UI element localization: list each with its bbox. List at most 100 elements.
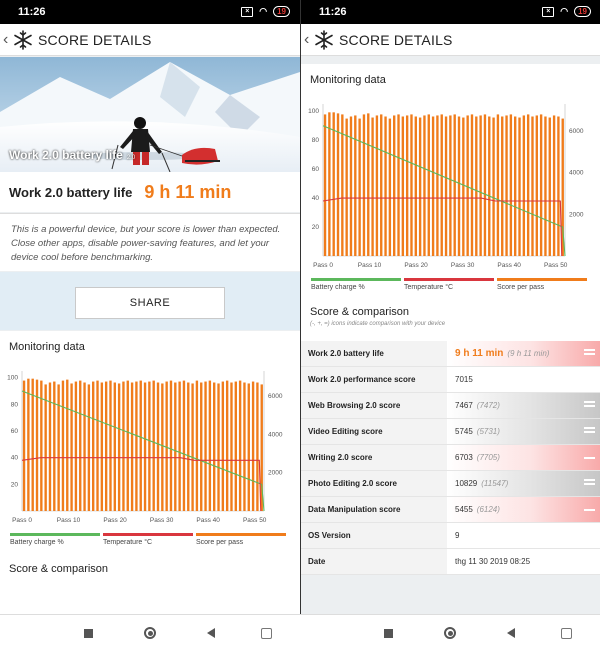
legend-label: Score per pass (196, 539, 244, 546)
score-value: 6703 (455, 453, 473, 462)
y-tick-left: 80 (312, 137, 320, 144)
chart-bar (243, 382, 246, 511)
comparison-row: Web Browsing 2.0 score 7467 (7472) (301, 393, 600, 419)
comparison-label: Web Browsing 2.0 score (301, 393, 447, 418)
comparison-label: Photo Editing 2.0 score (301, 471, 447, 496)
y-tick-left: 60 (11, 428, 19, 435)
chart-bar (200, 382, 203, 511)
hero-image: Work 2.0 battery life 2.0 (0, 57, 300, 172)
recents-button[interactable] (380, 625, 396, 641)
rotate-icon (260, 627, 272, 639)
back-arrow-icon[interactable]: ‹ (304, 31, 312, 49)
app-bar: ‹ SCORE DETAILS (0, 24, 300, 56)
equal-icon (584, 427, 595, 437)
back-button[interactable] (203, 625, 219, 641)
comparison-value: 7015 (447, 367, 600, 392)
equal-icon (584, 479, 595, 489)
previous-score: (5731) (476, 427, 500, 436)
comparison-row: Date thg 11 30 2019 08:25 (301, 549, 600, 575)
rotate-button[interactable] (258, 625, 274, 641)
legend-label: Battery charge % (10, 539, 64, 546)
legend-swatch (196, 533, 286, 536)
score-value: thg 11 30 2019 08:25 (455, 557, 531, 566)
y-tick-left: 60 (312, 166, 320, 173)
chart-bar (367, 113, 370, 256)
back-icon (207, 628, 215, 638)
back-arrow-icon[interactable]: ‹ (3, 31, 11, 49)
legend-label: Battery charge % (311, 284, 365, 291)
x-tick: Pass 50 (544, 262, 568, 269)
screen-right: 11:26 × ◠ 19 ‹ SCORE DETAILS Monitoring … (300, 0, 600, 614)
chart-bar (358, 118, 361, 256)
score-value: 5745 (455, 427, 473, 436)
previous-score: (9 h 11 min) (507, 349, 550, 358)
comparison-table: Work 2.0 battery life 9 h 11 min (9 h 11 m… (301, 341, 600, 575)
minus-icon (584, 457, 595, 467)
comparison-subtitle: (-, +, =) icons indicate comparison with… (310, 321, 446, 327)
chart-bar (475, 116, 478, 256)
snowflake-logo-icon (315, 29, 333, 50)
home-button[interactable] (142, 625, 158, 641)
back-button[interactable] (503, 625, 519, 641)
chart-bar (552, 115, 556, 256)
chart-bar (74, 381, 78, 511)
chart-bar (217, 383, 220, 511)
home-icon (144, 627, 156, 639)
rotate-button[interactable] (558, 625, 574, 641)
score-value: 9 (455, 531, 460, 540)
chart-bar (130, 382, 134, 511)
chart-bar (79, 380, 82, 511)
comparison-value: 9 (447, 523, 600, 548)
chart-bar (156, 382, 160, 511)
score-summary: Work 2.0 battery life 9 h 11 min (0, 172, 300, 212)
chart-bar (457, 116, 461, 256)
previous-score: (7705) (476, 453, 500, 462)
chart-bar (341, 114, 344, 257)
chart-bar (522, 115, 526, 256)
status-bar: 11:26 × ◠ 19 (0, 0, 300, 24)
snowflake-logo-icon (14, 29, 32, 50)
recents-button[interactable] (80, 625, 96, 641)
battery-icon: 19 (574, 6, 591, 17)
legend-label: Temperature °C (103, 539, 153, 546)
comparison-title: Score & comparison (310, 306, 410, 318)
monitoring-card: Monitoring data 100 80 60 40 20 6000 4000 2000 P… (301, 64, 600, 341)
monitoring-card: Monitoring data 100 80 60 40 20 6000 4000 2000 P… (0, 331, 300, 614)
chart-bar (152, 380, 155, 511)
chart-bar (397, 114, 400, 257)
share-button[interactable]: SHARE (75, 287, 225, 319)
chart-bar (191, 383, 194, 511)
chart-bar (169, 380, 173, 511)
chart-bar (53, 381, 56, 511)
chart-bar (427, 114, 430, 257)
rotate-icon (560, 627, 572, 639)
chart-bar (31, 378, 34, 511)
status-time: 11:26 (319, 6, 347, 18)
comparison-value: thg 11 30 2019 08:25 (447, 549, 600, 574)
app-bar: ‹ SCORE DETAILS (301, 24, 600, 56)
chart-bar (449, 115, 452, 256)
chart-bar (423, 115, 426, 256)
chart-bar (557, 116, 560, 256)
legend-label: Score per pass (497, 284, 545, 291)
chart-bar (548, 117, 551, 257)
chart-legend: Battery charge % Temperature °C Score per … (0, 533, 300, 553)
chart-bar (117, 383, 121, 511)
comparison-row: Work 2.0 performance score 7015 (301, 367, 600, 393)
chart-bar (161, 383, 164, 511)
x-tick: Pass 50 (243, 517, 267, 524)
chart-bar (470, 114, 474, 257)
share-section: SHARE (0, 272, 300, 330)
legend-item: Battery charge % (10, 533, 100, 553)
home-button[interactable] (442, 625, 458, 641)
score-value: 7467 (455, 401, 473, 410)
chart-bar (418, 117, 422, 257)
chart-bar (384, 116, 387, 256)
chart-bar (187, 382, 190, 511)
chart-bar (544, 116, 547, 256)
equal-icon (584, 349, 595, 359)
status-bar: 11:26 × ◠ 19 (301, 0, 600, 24)
y-tick-right: 4000 (268, 431, 283, 438)
y-tick-right: 2000 (569, 211, 584, 218)
chart-bar (135, 381, 138, 511)
